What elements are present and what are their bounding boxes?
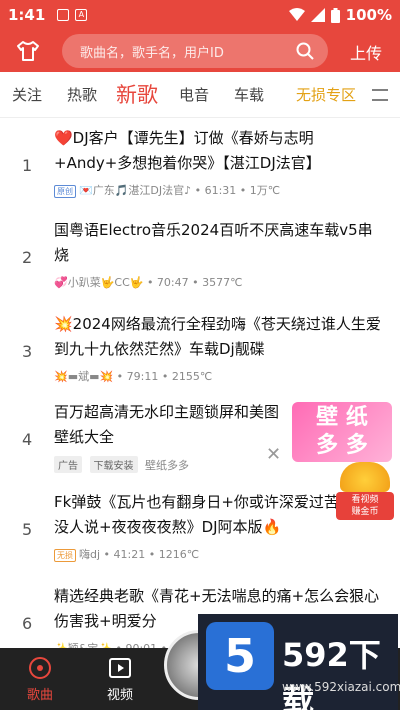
song-title: ❤️DJ客户【谭先生】订做《春娇与志明+Andy+多想抱着你哭》【湛江DJ法官】: [54, 129, 321, 172]
ad-banner-text: 壁 纸 多 多: [316, 405, 368, 458]
nav-songs[interactable]: 歌曲: [10, 656, 70, 703]
ad-badge: 广告: [54, 456, 82, 473]
rank-number: 5: [22, 520, 33, 539]
song-meta: 原创 💌广东🎵湛江DJ法官♪ • 61:31 • 1万℃: [54, 182, 280, 198]
rank-number: 6: [22, 614, 33, 633]
nav-video[interactable]: 视频: [90, 656, 150, 703]
watermark-url: www.592xiazai.com: [282, 680, 400, 694]
search-placeholder: 歌曲名，歌手名，用户ID: [80, 45, 224, 61]
search-icon: [296, 42, 314, 60]
rank-number: 4: [22, 430, 33, 449]
song-meta-text: 💌广东🎵湛江DJ法官♪ • 61:31 • 1万℃: [79, 184, 281, 197]
coin-icon: [340, 462, 390, 492]
ad-title: 百万超高清无水印主题锁屏和美图壁纸大全: [54, 403, 280, 446]
song-title: 国粤语Electro音乐2024百听不厌高速车载v5串烧: [54, 221, 373, 264]
menu-icon[interactable]: [372, 88, 388, 102]
signal-icon: [310, 8, 325, 22]
tab-car[interactable]: 车载: [234, 72, 264, 118]
song-meta-text: 💥▬斌▬💥 • 79:11 • 2155℃: [54, 370, 213, 383]
coin-line1: 看视频: [351, 495, 379, 505]
nav-songs-label: 歌曲: [26, 688, 53, 703]
tab-follow[interactable]: 关注: [12, 72, 42, 118]
nav-video-label: 视频: [106, 688, 133, 703]
rank-number: 1: [22, 156, 33, 175]
wifi-icon: [288, 8, 305, 21]
tag-badge: 原创: [54, 185, 76, 198]
coin-line2: 赚金币: [351, 507, 379, 517]
app-notification-icon: A: [75, 9, 88, 21]
tab-lossless[interactable]: 无损专区: [296, 72, 356, 118]
watermark-logo: 5: [206, 622, 274, 690]
upload-button[interactable]: 上传: [350, 40, 382, 64]
coin-reward-widget[interactable]: 看视频 赚金币: [336, 462, 394, 526]
battery-icon: [330, 7, 340, 23]
top-bar: 歌曲名，歌手名，用户ID 上传: [0, 30, 400, 72]
gallery-notification-icon: [57, 9, 70, 21]
lossless-badge: 无损: [54, 549, 76, 562]
tab-electronic[interactable]: 电音: [179, 72, 209, 118]
tshirt-icon[interactable]: [16, 39, 40, 63]
ad-banner-image[interactable]: 壁 纸 多 多: [292, 402, 392, 462]
ad-source: 壁纸多多: [145, 459, 189, 472]
song-meta-text: 嗨dj • 41:21 • 1216℃: [79, 548, 200, 561]
tab-new[interactable]: 新歌: [116, 72, 158, 118]
watermark: 5 592下载 www.592xiazai.com: [198, 614, 400, 710]
video-icon: [109, 658, 131, 678]
song-title: 💥2024网络最流行全程劲嗨《苍天绕过谁人生爱到九十九依然茫然》车载Dj靓碟: [54, 315, 381, 358]
tab-hot[interactable]: 热歌: [67, 72, 97, 118]
category-tabs: 关注 热歌 新歌 电音 车载 无损专区: [0, 72, 400, 118]
search-input[interactable]: 歌曲名，歌手名，用户ID: [62, 34, 328, 68]
music-disc-icon: [29, 657, 51, 679]
rank-number: 3: [22, 342, 33, 361]
song-title: Fk弹鼓《瓦片也有翻身日+你或许深爱过苦没人说+夜夜夜夜熬》DJ阿本版🔥: [54, 493, 339, 536]
rank-number: 2: [22, 248, 33, 267]
download-install-button[interactable]: 下载安装: [89, 456, 138, 473]
song-meta-text: 💞小趴菜🤟CC🤟 • 70:47 • 3577℃: [54, 276, 243, 289]
battery-percent: 100%: [345, 6, 392, 24]
close-icon[interactable]: ✕: [266, 444, 281, 465]
watermark-title: 592下载: [282, 636, 381, 710]
status-time: 1:41: [8, 6, 46, 24]
status-bar: 1:41 A 100%: [0, 0, 400, 30]
